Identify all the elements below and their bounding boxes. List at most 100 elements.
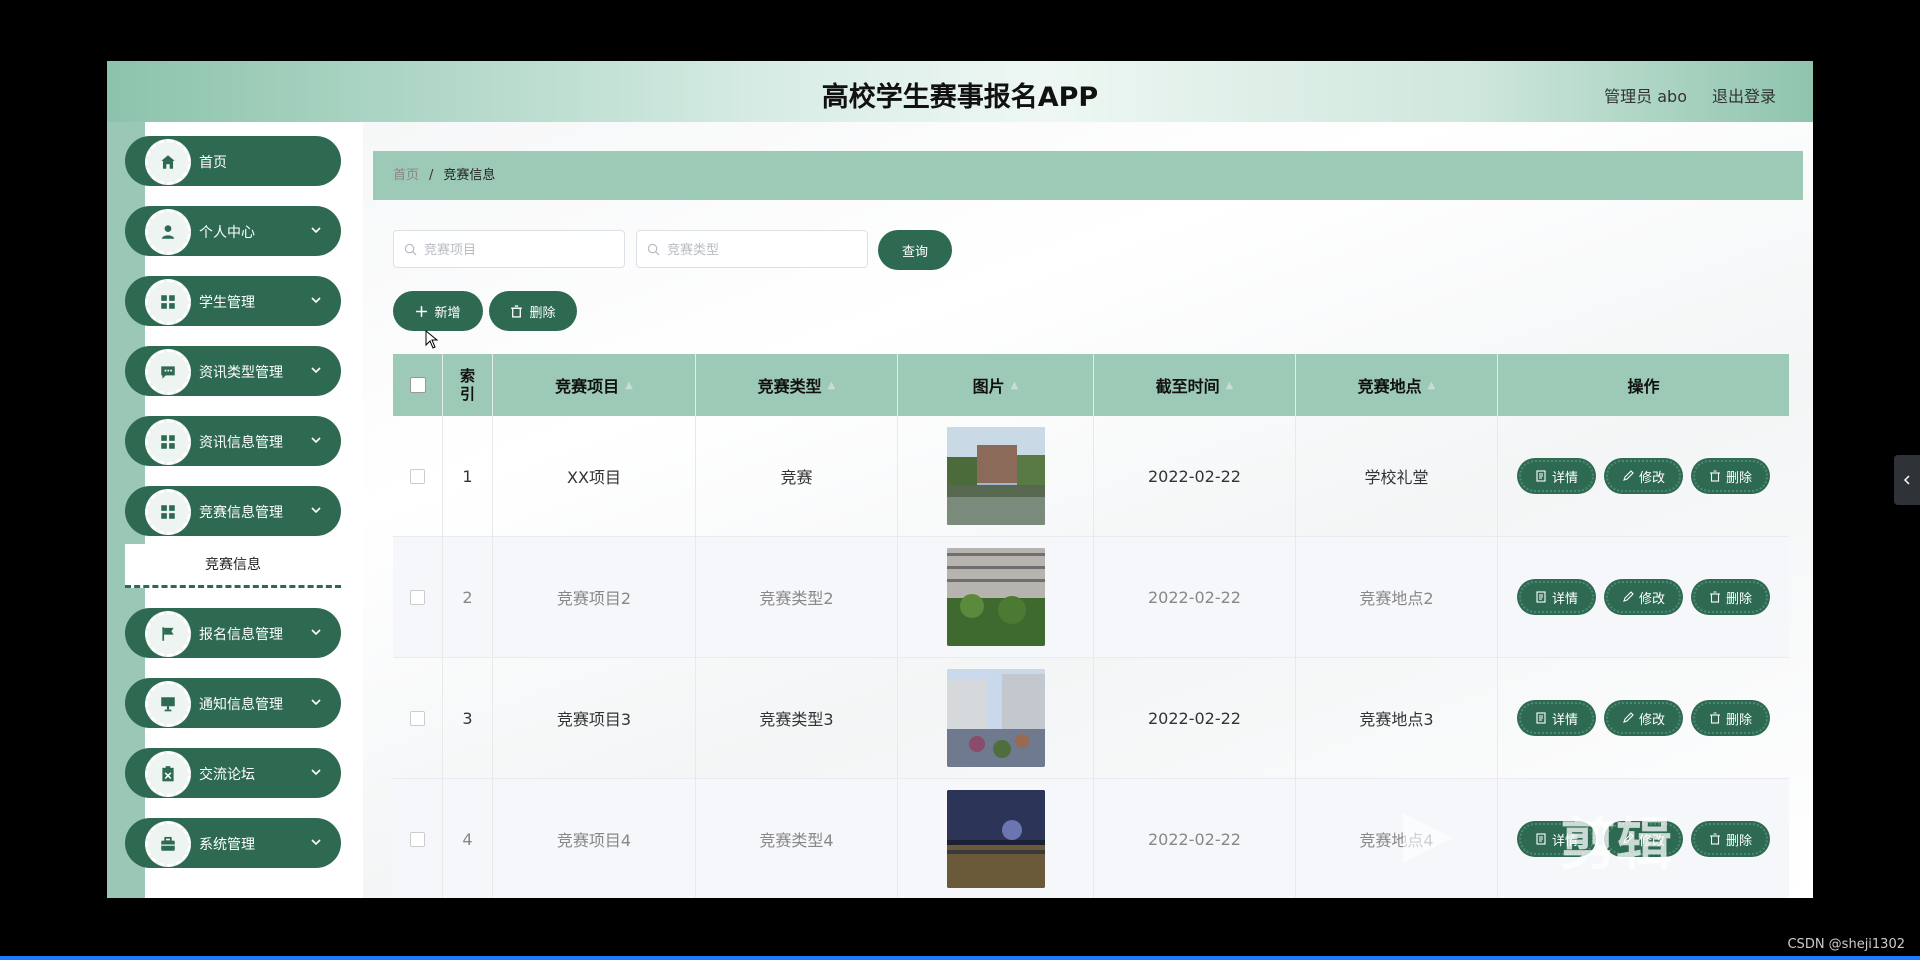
table-row: 3 竞赛项目3 竞赛类型3 2022-02-22 竞赛地点3 详情 修改 删除	[393, 658, 1789, 779]
edit-button-label: 修改	[1638, 591, 1665, 607]
project-search-input[interactable]	[422, 239, 616, 261]
delete-button-label: 删除	[1726, 470, 1753, 486]
sort-icon: ▲	[625, 379, 633, 391]
row-checkbox[interactable]	[410, 710, 425, 726]
trash-icon	[511, 304, 523, 318]
delete-button[interactable]: 删除	[1693, 581, 1769, 613]
delete-button-label: 删除	[1726, 833, 1753, 849]
sidebar-item-registration[interactable]: 报名信息管理	[125, 608, 341, 658]
trash-icon	[1710, 833, 1720, 845]
detail-button[interactable]: 详情	[1518, 702, 1594, 734]
delete-button[interactable]: 删除	[1693, 460, 1769, 492]
edit-button[interactable]: 修改	[1605, 581, 1681, 613]
delete-button[interactable]: 删除	[1693, 823, 1769, 855]
collapse-tab[interactable]	[1894, 455, 1920, 505]
column-header-label: 截至时间	[1155, 377, 1220, 396]
chevron-down-icon	[311, 699, 321, 706]
cell-deadline: 2022-02-22	[1094, 416, 1296, 536]
cell-project: 竞赛项目2	[493, 537, 696, 657]
cell-index: 3	[443, 658, 493, 778]
sidebar-item-system[interactable]: 系统管理	[125, 818, 341, 868]
add-button[interactable]: 新增	[395, 293, 481, 329]
app-window: 高校学生赛事报名APP 管理员 abo 退出登录 首页 个人中心 学生管理 资讯…	[107, 61, 1813, 898]
delete-button-label: 删除	[1726, 591, 1753, 607]
campus-building-image[interactable]	[946, 427, 1045, 525]
logout-link[interactable]: 退出登录	[1712, 83, 1776, 107]
grid-icon	[145, 419, 191, 465]
row-checkbox[interactable]	[410, 468, 425, 484]
delete-button[interactable]: 删除	[1693, 702, 1769, 734]
campus-garden-image[interactable]	[946, 548, 1045, 646]
column-header-project[interactable]: 竞赛项目 ▲	[493, 354, 696, 416]
edit-button[interactable]: 修改	[1605, 460, 1681, 492]
detail-button-label: 详情	[1551, 470, 1578, 486]
submenu-competition-info[interactable]: 竞赛信息	[125, 544, 341, 588]
detail-button[interactable]: 详情	[1518, 581, 1594, 613]
column-header-image[interactable]: 图片 ▲	[898, 354, 1094, 416]
row-checkbox[interactable]	[410, 589, 425, 605]
cell-deadline: 2022-02-22	[1094, 537, 1296, 657]
sidebar-item-home[interactable]: 首页	[125, 136, 341, 186]
cell-project: XX项目	[493, 416, 696, 536]
sidebar-item-news-type[interactable]: 资讯类型管理	[125, 346, 341, 396]
message-icon	[145, 349, 191, 395]
sort-icon: ▲	[1427, 379, 1436, 391]
night-stadium-image[interactable]	[946, 790, 1045, 888]
sidebar-item-label: 通知信息管理	[199, 697, 283, 713]
breadcrumb-home[interactable]: 首页	[393, 168, 419, 183]
plus-icon	[416, 305, 428, 317]
watermark-text: 剪辑	[1560, 813, 1672, 878]
document-icon	[1536, 470, 1546, 482]
type-search-input[interactable]	[665, 239, 859, 261]
sidebar-item-forum[interactable]: 交流论坛	[125, 748, 341, 798]
sidebar-item-label: 竞赛信息管理	[199, 505, 283, 521]
chevron-down-icon	[311, 227, 321, 234]
batch-delete-button[interactable]: 删除	[491, 293, 575, 329]
project-search-field[interactable]	[393, 230, 625, 268]
sidebar-item-label: 资讯类型管理	[199, 365, 283, 381]
type-search-field[interactable]	[636, 230, 868, 268]
detail-button[interactable]: 详情	[1518, 460, 1594, 492]
column-header-location[interactable]: 竞赛地点 ▲	[1296, 354, 1498, 416]
watermark-play-icon	[1403, 813, 1453, 863]
document-icon	[1536, 591, 1546, 603]
query-button-label: 查询	[901, 244, 928, 260]
flag-icon	[145, 611, 191, 657]
edit-button[interactable]: 修改	[1605, 702, 1681, 734]
sidebar-item-notice[interactable]: 通知信息管理	[125, 678, 341, 728]
clipboard-icon	[145, 751, 191, 797]
column-header-type[interactable]: 竞赛类型 ▲	[696, 354, 898, 416]
cell-project: 竞赛项目3	[493, 658, 696, 778]
grid-icon	[145, 489, 191, 535]
sidebar-item-students[interactable]: 学生管理	[125, 276, 341, 326]
chevron-down-icon	[311, 367, 321, 374]
sidebar-item-news-info[interactable]: 资讯信息管理	[125, 416, 341, 466]
chevron-down-icon	[311, 839, 321, 846]
table-header: 索引 竞赛项目 ▲ 竞赛类型 ▲ 图片 ▲ 截至时间 ▲ 竞赛地点 ▲ 操作	[393, 354, 1789, 416]
app-title: 高校学生赛事报名APP	[821, 82, 1099, 113]
row-checkbox[interactable]	[410, 831, 425, 847]
delete-button-label: 删除	[1726, 712, 1753, 728]
column-header-actions: 操作	[1627, 377, 1660, 396]
sort-icon: ▲	[827, 379, 836, 391]
chevron-left-icon	[1903, 475, 1910, 485]
detail-button-label: 详情	[1551, 712, 1578, 728]
chevron-down-icon	[311, 507, 321, 514]
cell-index: 2	[443, 537, 493, 657]
video-progress-bar	[0, 956, 1920, 960]
table-row: 1 XX项目 竞赛 2022-02-22 学校礼堂 详情 修改 删除	[393, 416, 1789, 537]
sidebar-item-personal-center[interactable]: 个人中心	[125, 206, 341, 256]
cell-type: 竞赛	[696, 416, 898, 536]
detail-button-label: 详情	[1551, 591, 1578, 607]
sidebar-item-competition-info[interactable]: 竞赛信息管理	[125, 486, 341, 536]
column-header-label: 图片	[972, 377, 1005, 396]
home-icon	[145, 139, 191, 185]
query-button[interactable]: 查询	[880, 232, 950, 268]
sidebar-item-label: 系统管理	[199, 837, 255, 853]
cell-deadline: 2022-02-22	[1094, 658, 1296, 778]
chevron-down-icon	[311, 437, 321, 444]
campus-plaza-image[interactable]	[946, 669, 1045, 767]
column-header-deadline[interactable]: 截至时间 ▲	[1094, 354, 1296, 416]
select-all-checkbox[interactable]	[409, 377, 426, 393]
cell-type: 竞赛类型3	[696, 658, 898, 778]
